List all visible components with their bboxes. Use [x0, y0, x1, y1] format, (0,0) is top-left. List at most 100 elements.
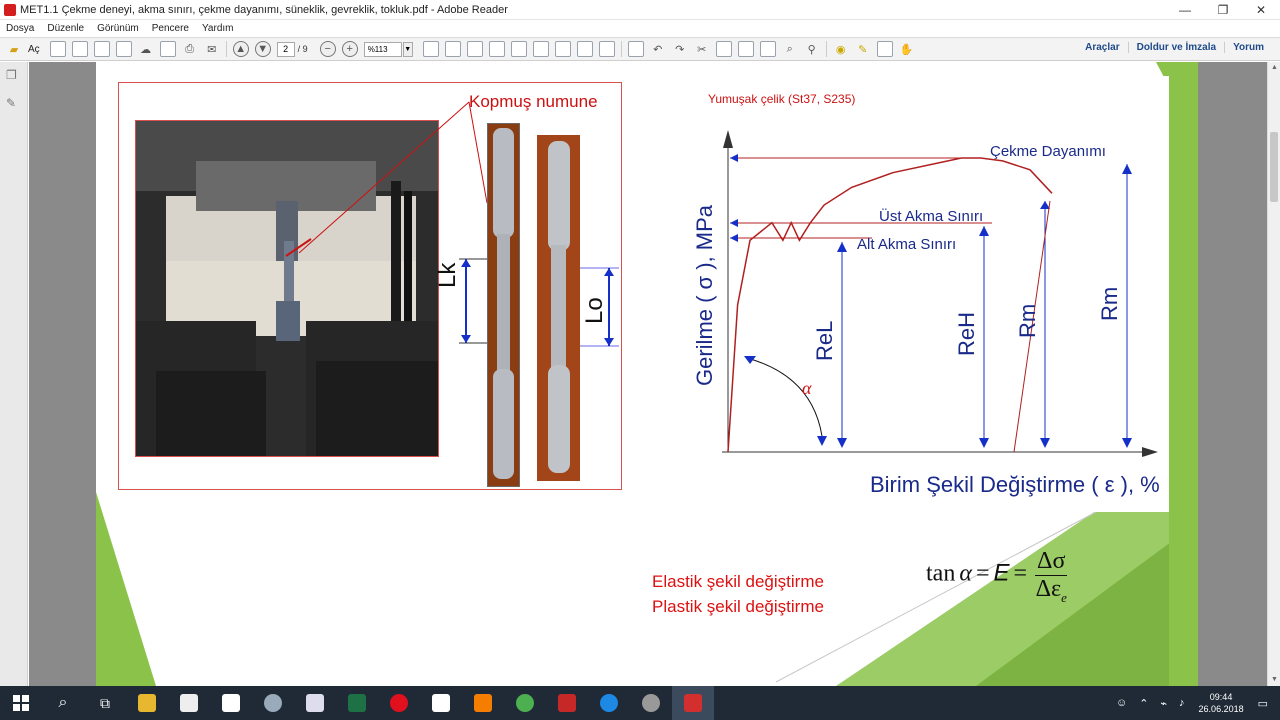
- document-icon[interactable]: [420, 686, 462, 720]
- toolbar-separator: [620, 41, 622, 57]
- zoom-input[interactable]: %113: [363, 41, 402, 57]
- sign-icon[interactable]: [627, 41, 644, 57]
- maximize-button[interactable]: ❐: [1204, 0, 1242, 20]
- comment-icon[interactable]: ◉: [833, 41, 849, 57]
- folder-icon[interactable]: ▰: [6, 41, 22, 57]
- fit-page-icon[interactable]: [422, 41, 439, 57]
- clock[interactable]: 09:44 26.06.2018: [1199, 691, 1244, 715]
- autocad-icon[interactable]: [546, 686, 588, 720]
- vertical-scrollbar[interactable]: ▲ ▼: [1267, 62, 1280, 686]
- scroll-up-icon[interactable]: ▲: [1268, 62, 1280, 74]
- adobe-reader-icon: [4, 3, 16, 16]
- store-icon[interactable]: [168, 686, 210, 720]
- start-button[interactable]: [0, 686, 42, 720]
- user-icon[interactable]: ☺: [1116, 697, 1127, 709]
- page-number-input[interactable]: 2: [276, 41, 295, 57]
- x-axis-label: Birim Şekil Değiştirme ( ε ), %: [870, 472, 1160, 497]
- blogger-icon[interactable]: [462, 686, 504, 720]
- opera-icon[interactable]: [378, 686, 420, 720]
- combine-icon[interactable]: [71, 41, 88, 57]
- title-bar: MET1.1 Çekme deneyi, akma sınırı, çekme …: [0, 0, 1280, 20]
- app-icon[interactable]: [252, 686, 294, 720]
- copy-icon[interactable]: [715, 41, 732, 57]
- redo-icon[interactable]: ↷: [672, 41, 688, 57]
- comment-link[interactable]: Yorum: [1224, 42, 1272, 53]
- previous-page-icon[interactable]: ▲: [232, 41, 249, 57]
- document-viewport[interactable]: Kopmuş numune Lk Lo Yumuşak çelik (St37,…: [29, 62, 1267, 686]
- chevron-up-icon[interactable]: ⌃: [1139, 697, 1148, 710]
- zoom-in-icon[interactable]: +: [341, 41, 358, 57]
- pdf-page: Kopmuş numune Lk Lo Yumuşak çelik (St37,…: [96, 62, 1198, 686]
- highlight-icon[interactable]: ✎: [855, 41, 871, 57]
- minimize-button[interactable]: —: [1166, 0, 1204, 20]
- yandex-icon[interactable]: [210, 686, 252, 720]
- reh-symbol: ReH: [954, 312, 979, 356]
- save-icon[interactable]: [159, 41, 176, 57]
- network-icon[interactable]: ⌁: [1160, 697, 1167, 710]
- next-page-icon[interactable]: ▼: [254, 41, 271, 57]
- rotate-icon[interactable]: [598, 41, 615, 57]
- navigation-pane: ❐ ✎: [0, 62, 28, 686]
- lk-label: Lk: [434, 262, 461, 288]
- plastic-label: Plastik şekil değiştirme: [652, 597, 824, 616]
- formula: tan α = E = Δσ Δεe: [926, 548, 1068, 606]
- mail-icon[interactable]: ✉: [204, 41, 220, 57]
- cloud-icon[interactable]: ☁: [138, 41, 154, 57]
- chart-axes: [722, 130, 1158, 457]
- calculator-icon[interactable]: [294, 686, 336, 720]
- print-icon[interactable]: ⎙: [182, 41, 198, 57]
- excel-icon[interactable]: [336, 686, 378, 720]
- create-pdf-icon[interactable]: [49, 41, 66, 57]
- upper-yield-label: Üst Akma Sınırı: [879, 207, 983, 225]
- menu-item-duzenle[interactable]: Düzenle: [47, 23, 84, 34]
- signatures-icon[interactable]: ✎: [6, 96, 20, 110]
- hand-tool-icon[interactable]: ✋: [899, 41, 915, 57]
- full-screen-icon[interactable]: [488, 41, 505, 57]
- fit-width-icon[interactable]: [444, 41, 461, 57]
- annotation-guides: [730, 154, 1132, 453]
- scrolling-icon[interactable]: [576, 41, 593, 57]
- menu-item-pencere[interactable]: Pencere: [152, 23, 189, 34]
- undo-icon[interactable]: ↶: [650, 41, 666, 57]
- stress-strain-chart: Çekme Dayanımı Üst Akma Sınırı Alt Akma …: [692, 130, 1160, 497]
- chrome-icon[interactable]: [504, 686, 546, 720]
- menu-item-dosya[interactable]: Dosya: [6, 23, 34, 34]
- export-icon[interactable]: [115, 41, 132, 57]
- edit-icon[interactable]: [93, 41, 110, 57]
- snapshot-icon[interactable]: [759, 41, 776, 57]
- internet-explorer-icon[interactable]: [588, 686, 630, 720]
- broken-specimen-drawing: [493, 128, 514, 479]
- toolbar-separator: [225, 41, 227, 57]
- scroll-thumb[interactable]: [1270, 132, 1278, 202]
- close-button[interactable]: ✕: [1242, 0, 1280, 20]
- menu-item-yardim[interactable]: Yardım: [202, 23, 234, 34]
- page-thumbnails-icon[interactable]: ❐: [6, 68, 20, 82]
- elastic-label: Elastik şekil değiştirme: [652, 572, 824, 591]
- single-page-icon[interactable]: [532, 41, 549, 57]
- paste-icon[interactable]: [737, 41, 754, 57]
- rm-symbol-2: Rm: [1097, 287, 1122, 321]
- window-title: MET1.1 Çekme deneyi, akma sınırı, çekme …: [20, 3, 508, 16]
- open-button[interactable]: Aç: [28, 44, 40, 55]
- file-explorer-icon[interactable]: [126, 686, 168, 720]
- fit-visible-icon[interactable]: [466, 41, 483, 57]
- adobe-reader-taskbar-icon[interactable]: [672, 686, 714, 720]
- expand-icon[interactable]: [876, 41, 893, 57]
- zoom-dropdown-icon[interactable]: ▼: [402, 41, 413, 57]
- task-view-icon[interactable]: ⧉: [84, 686, 126, 720]
- search-icon[interactable]: ⌕: [42, 686, 84, 720]
- app2-icon[interactable]: [630, 686, 672, 720]
- volume-icon[interactable]: ♪: [1179, 697, 1185, 709]
- tools-link[interactable]: Araçlar: [1077, 42, 1127, 53]
- binoculars-icon[interactable]: ⚲: [804, 41, 820, 57]
- find-icon[interactable]: ⌕: [782, 41, 798, 57]
- original-specimen-drawing: [548, 141, 570, 473]
- zoom-out-icon[interactable]: −: [319, 41, 336, 57]
- scroll-down-icon[interactable]: ▼: [1268, 674, 1280, 686]
- reading-mode-icon[interactable]: [510, 41, 527, 57]
- cut-icon[interactable]: ✂: [694, 41, 710, 57]
- notifications-icon[interactable]: ▭: [1258, 697, 1268, 710]
- fill-sign-link[interactable]: Doldur ve İmzala: [1127, 42, 1224, 53]
- menu-item-gorunum[interactable]: Görünüm: [97, 23, 139, 34]
- two-page-icon[interactable]: [554, 41, 571, 57]
